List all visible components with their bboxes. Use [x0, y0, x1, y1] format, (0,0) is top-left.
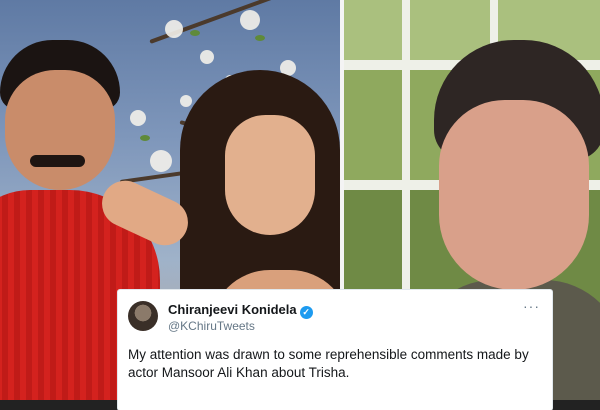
author-name[interactable]: Chiranjeevi Konidela [168, 302, 297, 317]
verified-badge-icon: ✓ [299, 306, 313, 319]
tweet-handle[interactable]: @KChiruTweets [168, 319, 255, 333]
tweet-card[interactable]: Chiranjeevi Konidela ✓ @KChiruTweets ··· … [118, 290, 552, 410]
more-options-icon[interactable]: ··· [523, 298, 540, 314]
tweet-author[interactable]: Chiranjeevi Konidela ✓ [168, 302, 313, 319]
blossom [240, 10, 260, 30]
blossom [200, 50, 214, 64]
avatar[interactable] [128, 301, 158, 331]
leaf [190, 30, 200, 36]
tweet-text: My attention was drawn to some reprehens… [128, 347, 529, 380]
leaf [255, 35, 265, 41]
blossom [165, 20, 183, 38]
